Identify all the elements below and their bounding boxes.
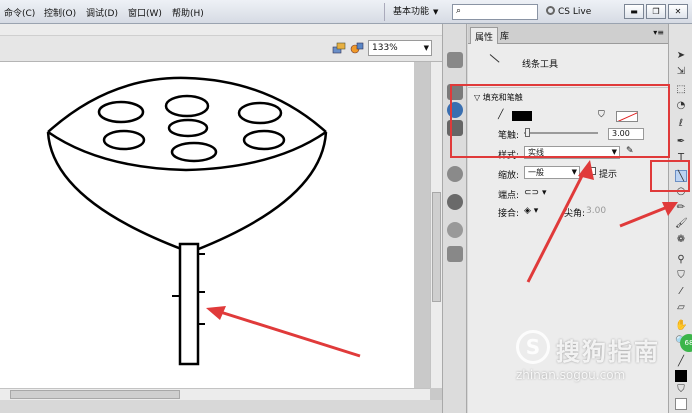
green-badge: 68 (680, 334, 692, 352)
search-input[interactable]: ⌕ (452, 4, 538, 20)
chevron-down-icon: ▼ (423, 44, 429, 52)
pencil-tool-icon[interactable]: ✏ (675, 202, 687, 214)
document-tab-strip (0, 24, 442, 36)
sogou-logo-icon: S (516, 330, 550, 364)
edit-scene-icon[interactable] (332, 41, 346, 55)
bone-tool-icon[interactable]: ⚲ (675, 254, 687, 266)
scale-select[interactable]: 一般 ▼ (524, 166, 580, 179)
vertical-scroll-thumb[interactable] (432, 192, 441, 302)
deco-tool-icon[interactable]: ❁ (675, 234, 687, 246)
watermark-url: zhinan.sogou.com (516, 368, 626, 382)
minimize-button[interactable]: ▬ (624, 4, 644, 19)
library-icon[interactable] (447, 246, 463, 262)
collapsed-panel-strip (442, 24, 467, 413)
tool-header (468, 44, 668, 88)
tab-library[interactable]: 库 (500, 29, 509, 42)
annotation-box-line-tool (650, 160, 690, 192)
miter-value: 3.00 (586, 206, 607, 216)
components-icon[interactable] (447, 222, 463, 238)
3d-rotation-tool-icon[interactable]: ◔ (675, 100, 687, 112)
chevron-down-icon: ▼ (433, 8, 439, 16)
annotation-arrowhead (206, 306, 226, 320)
menu-command[interactable]: 命令(C) (4, 6, 35, 19)
scale-value: 一般 (528, 168, 544, 177)
lotus-pod-drawing (46, 76, 361, 366)
menu-window[interactable]: 窗口(W) (128, 6, 162, 19)
sogou-watermark: S 搜狗指南 zhinan.sogou.com (512, 326, 692, 386)
selection-tool-icon[interactable]: ➤ (675, 50, 687, 62)
edit-symbol-icon[interactable] (350, 41, 364, 55)
annotation-box-fill-stroke (450, 84, 670, 158)
eraser-tool-icon[interactable]: ▱ (675, 302, 687, 314)
chevron-down-icon: ▼ (571, 168, 577, 176)
status-bar (0, 400, 442, 413)
pen-tool-icon[interactable]: ✒ (675, 136, 687, 148)
menu-debug[interactable]: 调试(D) (86, 6, 118, 19)
workspace-label: 基本功能 (393, 7, 430, 17)
menu-bar: 命令(C) 控制(O) 调试(D) 窗口(W) 帮助(H) 基本功能 ▼ ⌕ CS… (0, 0, 692, 24)
lasso-tool-icon[interactable]: ℓ (675, 118, 687, 130)
restore-button[interactable]: ❐ (646, 4, 666, 19)
horizontal-scroll-thumb[interactable] (10, 390, 180, 399)
close-button[interactable]: ✕ (668, 4, 688, 19)
watermark-text: 搜狗指南 (556, 338, 660, 366)
swatches-icon[interactable] (447, 194, 463, 210)
panel-tabs: 属性 库 ▾≡ (468, 24, 668, 44)
tool-name: 线条工具 (522, 60, 559, 70)
cap-label: 端点: (498, 191, 520, 201)
tab-properties[interactable]: 属性 (470, 27, 499, 44)
horizontal-scrollbar[interactable] (0, 388, 430, 400)
hint-label: 提示 (599, 170, 618, 180)
free-transform-tool-icon[interactable]: ⬚ (675, 84, 687, 96)
stage-canvas[interactable] (0, 62, 414, 388)
zoom-select[interactable]: 133% ▼ (368, 40, 432, 56)
search-icon: ⌕ (456, 6, 462, 16)
join-select[interactable]: ◈ ▾ (524, 206, 538, 216)
miter-label: 尖角: (564, 209, 586, 219)
scale-label: 缩放: (498, 171, 520, 181)
menu-help[interactable]: 帮助(H) (172, 6, 204, 19)
paint-bucket-tool-icon[interactable]: ⛉ (675, 270, 687, 282)
brush-tool-icon[interactable]: 🖌 (675, 218, 688, 230)
cs-live-label: CS Live (558, 7, 592, 17)
cs-live-icon (546, 6, 555, 15)
motion-presets-icon[interactable] (447, 52, 463, 68)
menu-control[interactable]: 控制(O) (44, 6, 76, 19)
subselection-tool-icon[interactable]: ⇲ (675, 66, 687, 78)
cs-live-button[interactable]: CS Live (546, 4, 618, 20)
panel-menu-icon[interactable]: ▾≡ (653, 28, 664, 37)
eyedropper-tool-icon[interactable]: ⁄ (675, 286, 687, 298)
hint-checkbox[interactable] (588, 167, 596, 175)
workspace-switcher[interactable]: 基本功能 ▼ (384, 3, 446, 21)
join-label: 接合: (498, 209, 520, 219)
zoom-value: 133% (372, 43, 398, 53)
cap-select[interactable]: ⊂⊃ ▾ (524, 188, 546, 198)
color-icon[interactable] (447, 166, 463, 182)
fill-color-chip[interactable] (675, 398, 687, 410)
vertical-scrollbar[interactable] (430, 62, 442, 388)
